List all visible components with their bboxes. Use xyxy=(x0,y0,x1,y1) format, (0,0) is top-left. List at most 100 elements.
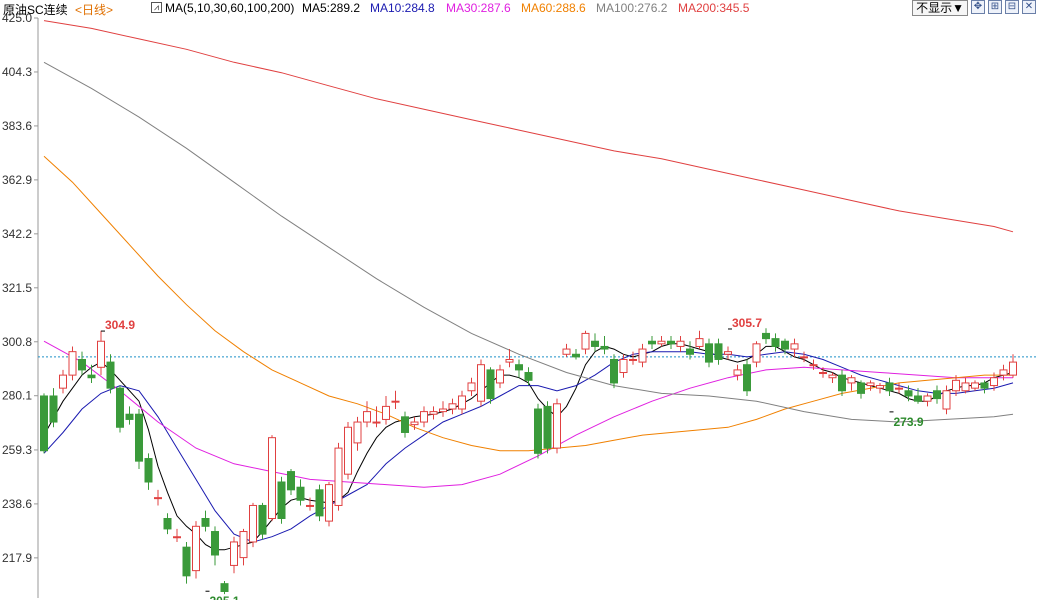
candle-body xyxy=(458,395,466,410)
candle-body xyxy=(657,340,666,345)
candle-body xyxy=(800,356,808,359)
candle-body xyxy=(49,395,58,423)
candle-body xyxy=(572,353,580,358)
candle-body xyxy=(325,484,333,522)
candle-body xyxy=(610,358,618,384)
candle-body xyxy=(866,382,875,387)
candle-body xyxy=(163,517,172,530)
candle-body xyxy=(40,395,48,452)
candle-body xyxy=(933,390,941,400)
candle-body xyxy=(733,369,742,376)
candle-body xyxy=(106,361,115,389)
candle-body xyxy=(809,364,818,367)
candle-body xyxy=(97,340,105,368)
ma30-value: MA30:287.6 xyxy=(446,1,511,15)
candle-body xyxy=(296,486,305,501)
y-tick-label: 238.6 xyxy=(2,497,32,511)
candle-body xyxy=(686,348,694,355)
candle-body xyxy=(895,387,903,390)
candle-body xyxy=(410,421,419,426)
candle-body xyxy=(230,541,238,566)
settings-icon[interactable]: ⊟ xyxy=(1005,0,1019,14)
candle-body xyxy=(999,369,1008,376)
candle-body xyxy=(448,403,457,410)
candle-body xyxy=(876,385,884,389)
candle-body xyxy=(714,343,723,360)
candle-body xyxy=(182,546,191,577)
candle-body xyxy=(135,413,143,462)
candle-body xyxy=(144,458,153,483)
candle-body xyxy=(258,504,267,535)
candle-body xyxy=(781,340,789,350)
candle-body xyxy=(990,377,998,387)
candle-body xyxy=(429,411,438,415)
ma-line-ma60 xyxy=(43,155,1013,452)
candle-body xyxy=(857,382,865,394)
candle-body xyxy=(819,372,827,375)
y-tick-label: 383.6 xyxy=(2,119,32,133)
candle-body xyxy=(838,374,846,392)
low-price-label: 205.1 xyxy=(210,594,240,600)
candle-body xyxy=(439,408,447,413)
zoom-out-icon[interactable]: ⊞ xyxy=(988,0,1002,14)
candle-body xyxy=(173,536,181,539)
candle-body xyxy=(600,345,609,350)
candle-body xyxy=(695,338,704,347)
ma10-value: MA10:284.8 xyxy=(370,1,435,15)
candle-body xyxy=(724,351,732,355)
candle-body xyxy=(287,471,295,491)
hide-dropdown-button[interactable]: 不显示▼ xyxy=(912,0,968,16)
candle-body xyxy=(828,374,837,379)
ma60-value: MA60:288.6 xyxy=(521,1,586,15)
candle-body xyxy=(477,364,485,402)
candle-body xyxy=(344,426,352,475)
candle-body xyxy=(904,390,913,397)
ma-line-ma30 xyxy=(43,340,1013,488)
candle-body xyxy=(78,358,86,371)
y-tick-label: 404.3 xyxy=(2,65,32,79)
candle-body xyxy=(676,340,685,347)
candle-body xyxy=(553,403,561,449)
candle-body xyxy=(790,343,799,350)
candle-body xyxy=(315,489,324,517)
y-tick-label: 280.1 xyxy=(2,389,32,403)
candle-body xyxy=(68,351,77,376)
candle-body xyxy=(268,437,276,519)
ma-line-ma200 xyxy=(43,20,1014,233)
candle-body xyxy=(154,497,162,500)
candle-body xyxy=(543,405,552,449)
close-icon[interactable]: ✕ xyxy=(1022,0,1036,14)
low-price-label: 273.9 xyxy=(894,415,924,429)
ma-indicator-icon[interactable]: ⩘ xyxy=(151,2,162,13)
candle-body xyxy=(87,374,96,379)
candle-body xyxy=(116,387,124,428)
y-tick-label: 321.5 xyxy=(2,281,32,295)
candle-body xyxy=(961,382,970,392)
candle-body xyxy=(192,525,200,572)
candle-body xyxy=(952,379,960,392)
candle-body xyxy=(496,369,504,384)
high-price-label: 304.9 xyxy=(105,318,135,332)
zoom-in-icon[interactable]: ✥ xyxy=(971,0,985,14)
period-label: <日线> xyxy=(75,3,114,17)
candle-body xyxy=(505,358,514,363)
candle-body xyxy=(515,364,523,371)
candle-body xyxy=(249,504,257,543)
candle-body xyxy=(306,504,314,507)
candle-body xyxy=(562,348,571,355)
candle-body xyxy=(705,343,713,363)
candlestick-chart[interactable]: 425.0404.3383.6362.9342.2321.5300.8280.1… xyxy=(0,0,1040,600)
candle-body xyxy=(401,416,409,433)
candle-body xyxy=(914,395,922,402)
candle-body xyxy=(619,358,628,374)
candle-body xyxy=(923,395,932,402)
candle-body xyxy=(885,382,894,392)
candle-body xyxy=(762,332,770,340)
candle-body xyxy=(771,338,780,347)
y-tick-label: 362.9 xyxy=(2,173,32,187)
candle-body xyxy=(220,583,229,592)
y-tick-label: 259.3 xyxy=(2,443,32,457)
candle-body xyxy=(277,481,286,519)
y-tick-label: 217.9 xyxy=(2,551,32,565)
candle-body xyxy=(382,405,390,420)
